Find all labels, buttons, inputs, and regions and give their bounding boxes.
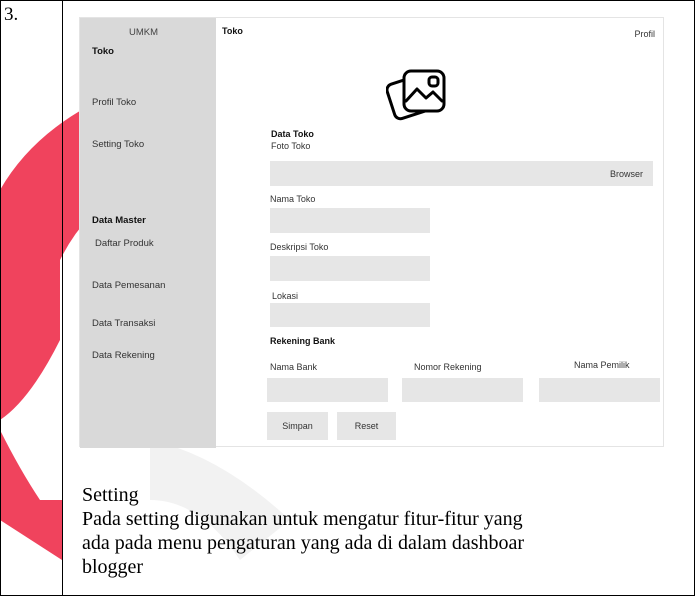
image-gallery-icon bbox=[386, 69, 446, 121]
table-column-divider bbox=[62, 0, 63, 596]
lokasi-input[interactable] bbox=[270, 303, 430, 327]
sidebar-item-data-transaksi[interactable]: Data Transaksi bbox=[92, 318, 155, 329]
sidebar-brand: UMKM bbox=[129, 27, 159, 38]
data-toko-heading: Data Toko bbox=[271, 129, 314, 139]
sidebar: UMKM Toko Profil Toko Setting Toko Data … bbox=[80, 18, 216, 448]
ui-mockup: UMKM Toko Profil Toko Setting Toko Data … bbox=[79, 17, 664, 448]
deskripsi-toko-label: Deskripsi Toko bbox=[270, 242, 329, 252]
nama-pemilik-input[interactable] bbox=[539, 378, 660, 402]
nama-pemilik-label: Nama Pemilik bbox=[574, 360, 630, 370]
lokasi-label: Lokasi bbox=[272, 291, 299, 301]
deskripsi-toko-input[interactable] bbox=[270, 256, 430, 281]
nama-toko-input[interactable] bbox=[270, 208, 430, 233]
caption-title: Setting bbox=[82, 484, 139, 506]
sidebar-section-data-master: Data Master bbox=[92, 215, 146, 226]
browse-button[interactable]: Browser bbox=[610, 169, 643, 179]
caption-line-2: ada pada menu pengaturan yang ada di dal… bbox=[82, 532, 525, 554]
nama-bank-label: Nama Bank bbox=[270, 362, 318, 372]
sidebar-item-data-pemesanan[interactable]: Data Pemesanan bbox=[92, 280, 165, 291]
nomor-rekening-label: Nomor Rekening bbox=[414, 362, 482, 372]
nomor-rekening-input[interactable] bbox=[402, 378, 523, 402]
nama-bank-input[interactable] bbox=[267, 378, 388, 402]
sidebar-item-daftar-produk[interactable]: Daftar Produk bbox=[95, 238, 154, 249]
foto-toko-upload-field[interactable]: Browser bbox=[270, 161, 653, 186]
profile-link[interactable]: Profil bbox=[634, 29, 655, 39]
sidebar-section-toko: Toko bbox=[92, 46, 114, 57]
nama-toko-label: Nama Toko bbox=[270, 194, 316, 204]
reset-button[interactable]: Reset bbox=[337, 412, 396, 440]
save-button[interactable]: Simpan bbox=[267, 412, 328, 440]
rekening-bank-heading: Rekening Bank bbox=[270, 336, 336, 346]
page-title: Toko bbox=[222, 26, 243, 36]
sidebar-item-setting-toko[interactable]: Setting Toko bbox=[92, 139, 144, 150]
sidebar-item-data-rekening[interactable]: Data Rekening bbox=[92, 350, 155, 361]
foto-toko-label: Foto Toko bbox=[271, 141, 311, 151]
row-number: 3. bbox=[4, 4, 19, 25]
caption-line-3: blogger bbox=[82, 556, 144, 578]
sidebar-item-profil-toko[interactable]: Profil Toko bbox=[92, 97, 136, 108]
caption-line-1: Pada setting digunakan untuk mengatur fi… bbox=[82, 508, 523, 530]
